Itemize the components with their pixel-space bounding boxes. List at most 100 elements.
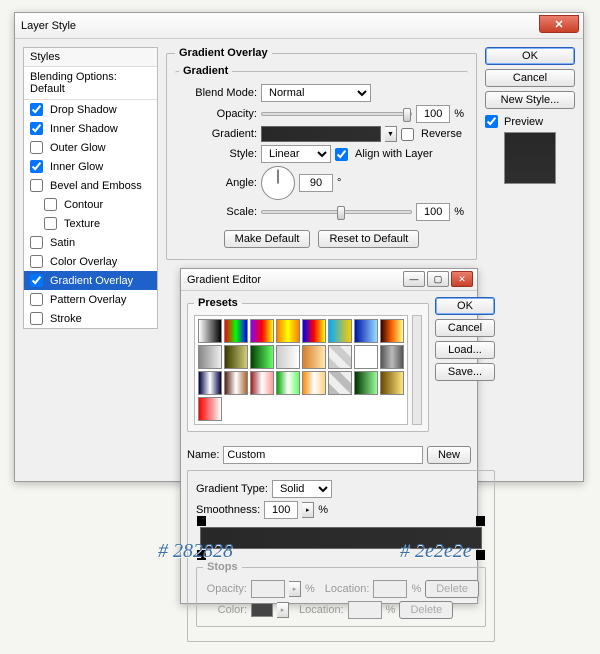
- preset-swatch[interactable]: [328, 345, 352, 369]
- style-label: Style:: [179, 148, 257, 160]
- delete-color-stop-button: Delete: [399, 601, 453, 619]
- gradient-subsection: Gradient Blend Mode: Normal Opacity: % G…: [175, 65, 468, 224]
- smoothness-input[interactable]: [264, 501, 298, 519]
- style-checkbox[interactable]: [30, 122, 43, 135]
- style-checkbox[interactable]: [30, 312, 43, 325]
- angle-input[interactable]: [299, 174, 333, 192]
- reverse-checkbox[interactable]: [401, 128, 414, 141]
- style-item-label: Outer Glow: [50, 142, 106, 154]
- preview-checkbox[interactable]: [485, 115, 498, 128]
- preset-swatch[interactable]: [224, 371, 248, 395]
- presets-scrollbar[interactable]: [412, 315, 422, 425]
- style-checkbox[interactable]: [30, 236, 43, 249]
- style-item-bevel-and-emboss[interactable]: Bevel and Emboss: [24, 176, 157, 195]
- subsection-title: Gradient: [179, 65, 232, 77]
- style-item-inner-shadow[interactable]: Inner Shadow: [24, 119, 157, 138]
- opacity-slider[interactable]: [261, 112, 412, 116]
- style-checkbox[interactable]: [30, 293, 43, 306]
- preset-swatch[interactable]: [380, 319, 404, 343]
- gradient-style-select[interactable]: Linear: [261, 145, 331, 163]
- style-item-stroke[interactable]: Stroke: [24, 309, 157, 328]
- preset-swatch[interactable]: [276, 345, 300, 369]
- style-item-pattern-overlay[interactable]: Pattern Overlay: [24, 290, 157, 309]
- load-button[interactable]: Load...: [435, 341, 495, 359]
- editor-close-icon[interactable]: ✕: [451, 271, 473, 287]
- gradient-name-input[interactable]: [223, 446, 423, 464]
- preset-swatch[interactable]: [328, 371, 352, 395]
- preset-swatch[interactable]: [380, 345, 404, 369]
- preset-swatch[interactable]: [250, 319, 274, 343]
- style-checkbox[interactable]: [30, 160, 43, 173]
- preset-swatch[interactable]: [302, 371, 326, 395]
- stop-location-input-1: [373, 580, 407, 598]
- style-item-inner-glow[interactable]: Inner Glow: [24, 157, 157, 176]
- blend-mode-select[interactable]: Normal: [261, 84, 371, 102]
- opacity-suffix: %: [454, 108, 464, 120]
- layer-style-titlebar[interactable]: Layer Style ✕: [15, 13, 583, 39]
- style-checkbox[interactable]: [30, 179, 43, 192]
- style-item-color-overlay[interactable]: Color Overlay: [24, 252, 157, 271]
- make-default-button[interactable]: Make Default: [224, 230, 311, 248]
- style-item-texture[interactable]: Texture: [24, 214, 157, 233]
- preset-swatch[interactable]: [302, 345, 326, 369]
- style-checkbox[interactable]: [30, 274, 43, 287]
- preset-swatch[interactable]: [224, 319, 248, 343]
- preset-swatch[interactable]: [198, 371, 222, 395]
- editor-ok-button[interactable]: OK: [435, 297, 495, 315]
- opacity-stop-left[interactable]: [197, 516, 206, 526]
- gradient-editor-titlebar[interactable]: Gradient Editor — ▢ ✕: [181, 269, 477, 291]
- gradient-type-select[interactable]: Solid: [272, 480, 332, 498]
- reset-default-button[interactable]: Reset to Default: [318, 230, 419, 248]
- blending-options[interactable]: Blending Options: Default: [24, 67, 157, 100]
- smoothness-dropdown-icon[interactable]: ▸: [302, 502, 314, 518]
- gradient-dropdown-icon[interactable]: ▼: [385, 126, 397, 142]
- preset-swatch[interactable]: [354, 319, 378, 343]
- color-stop-right[interactable]: [476, 550, 485, 560]
- scale-input[interactable]: [416, 203, 450, 221]
- style-checkbox[interactable]: [30, 255, 43, 268]
- preset-swatch[interactable]: [276, 319, 300, 343]
- scale-slider[interactable]: [261, 210, 412, 214]
- minimize-icon[interactable]: —: [403, 271, 425, 287]
- cancel-button[interactable]: Cancel: [485, 69, 575, 87]
- preset-swatch[interactable]: [380, 371, 404, 395]
- preset-swatch[interactable]: [354, 345, 378, 369]
- preset-swatch[interactable]: [354, 371, 378, 395]
- style-item-drop-shadow[interactable]: Drop Shadow: [24, 100, 157, 119]
- editor-cancel-button[interactable]: Cancel: [435, 319, 495, 337]
- gradient-swatch[interactable]: [261, 126, 381, 142]
- styles-header[interactable]: Styles: [24, 48, 157, 67]
- angle-dial[interactable]: [261, 166, 295, 200]
- close-icon[interactable]: ✕: [539, 15, 579, 33]
- preset-swatch[interactable]: [302, 319, 326, 343]
- style-item-satin[interactable]: Satin: [24, 233, 157, 252]
- stop-color-dropdown-icon: ▸: [277, 602, 289, 618]
- preset-swatch[interactable]: [276, 371, 300, 395]
- style-item-gradient-overlay[interactable]: Gradient Overlay: [24, 271, 157, 290]
- style-checkbox[interactable]: [44, 198, 57, 211]
- stop-opacity-label: Opacity:: [203, 583, 247, 595]
- style-checkbox[interactable]: [30, 103, 43, 116]
- ok-button[interactable]: OK: [485, 47, 575, 65]
- opacity-input[interactable]: [416, 105, 450, 123]
- preset-swatch[interactable]: [250, 371, 274, 395]
- style-checkbox[interactable]: [44, 217, 57, 230]
- style-item-label: Bevel and Emboss: [50, 180, 142, 192]
- align-checkbox[interactable]: [335, 148, 348, 161]
- new-style-button[interactable]: New Style...: [485, 91, 575, 109]
- preset-swatch[interactable]: [198, 397, 222, 421]
- preset-swatch[interactable]: [328, 319, 352, 343]
- preset-swatch[interactable]: [198, 319, 222, 343]
- new-gradient-button[interactable]: New: [427, 446, 471, 464]
- style-item-outer-glow[interactable]: Outer Glow: [24, 138, 157, 157]
- preset-swatch[interactable]: [198, 345, 222, 369]
- preview-toggle[interactable]: Preview: [485, 115, 575, 128]
- maximize-icon[interactable]: ▢: [427, 271, 449, 287]
- presets-grid[interactable]: [194, 315, 408, 425]
- preset-swatch[interactable]: [224, 345, 248, 369]
- preset-swatch[interactable]: [250, 345, 274, 369]
- opacity-stop-right[interactable]: [476, 516, 485, 526]
- style-checkbox[interactable]: [30, 141, 43, 154]
- save-button[interactable]: Save...: [435, 363, 495, 381]
- style-item-contour[interactable]: Contour: [24, 195, 157, 214]
